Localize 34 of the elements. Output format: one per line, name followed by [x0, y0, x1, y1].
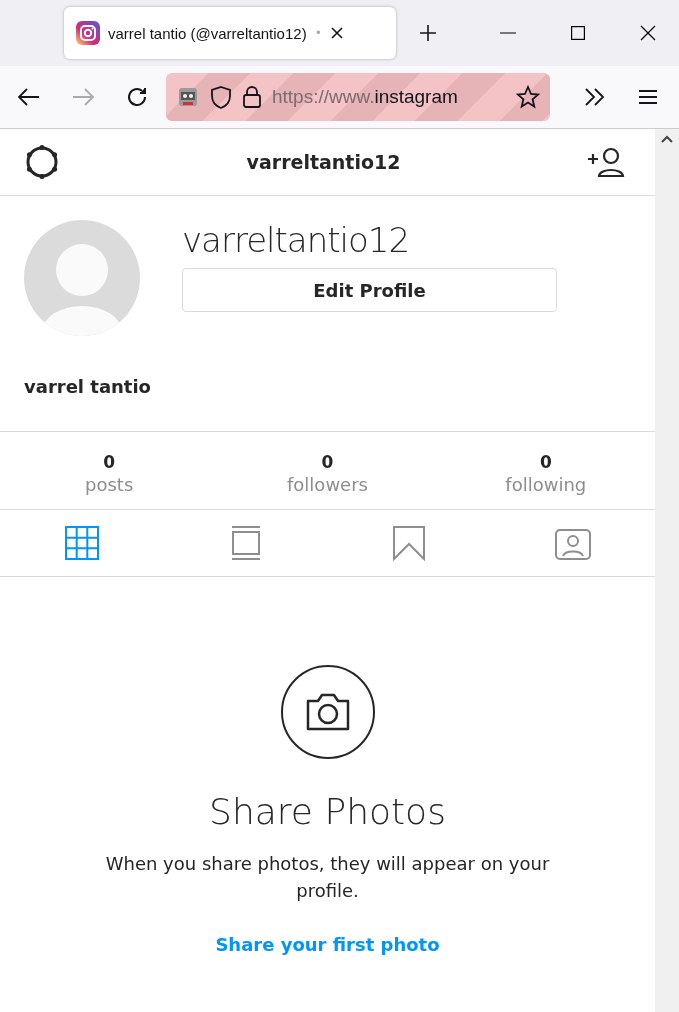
back-icon[interactable]: [18, 88, 40, 106]
robot-icon: [176, 85, 200, 109]
url-text: https://www.instagram: [272, 86, 459, 108]
grid-icon[interactable]: [63, 525, 100, 561]
profile-username: varreltantio12: [182, 220, 411, 260]
stat-label: posts: [85, 474, 134, 495]
close-icon[interactable]: [329, 26, 344, 40]
stat-count: 0: [539, 452, 552, 472]
shield-icon[interactable]: [210, 85, 232, 109]
new-tab-icon[interactable]: [419, 24, 437, 42]
settings-icon[interactable]: [24, 144, 60, 180]
tab-dot: •: [314, 26, 322, 40]
maximize-icon[interactable]: [571, 26, 585, 40]
empty-title: Share Photos: [209, 791, 446, 832]
scroll-up-icon[interactable]: [661, 135, 673, 143]
address-bar[interactable]: https://www.instagram: [166, 73, 550, 121]
browser-tab[interactable]: varrel tantio (@varreltantio12) •: [64, 7, 396, 59]
reload-icon[interactable]: [126, 86, 148, 108]
close-window-icon[interactable]: [640, 25, 656, 41]
bookmark-icon[interactable]: [391, 525, 428, 561]
star-icon[interactable]: [516, 85, 540, 109]
edit-profile-button[interactable]: Edit Profile: [182, 268, 557, 312]
stat-count: 0: [103, 452, 116, 472]
stat-count: 0: [321, 452, 334, 472]
stat-label: following: [505, 474, 587, 495]
chevrons-right-icon[interactable]: [584, 88, 606, 106]
empty-text: When you share photos, they will appear on your profile.: [104, 852, 551, 903]
menu-icon[interactable]: [638, 89, 658, 105]
lock-icon[interactable]: [242, 85, 262, 109]
add-person-icon[interactable]: [587, 147, 625, 177]
header-title: varreltantio12: [246, 151, 401, 173]
instagram-logo-icon: [76, 21, 100, 45]
stat-label: followers: [287, 474, 368, 495]
tab-title: varrel tantio (@varreltantio12): [108, 24, 307, 42]
